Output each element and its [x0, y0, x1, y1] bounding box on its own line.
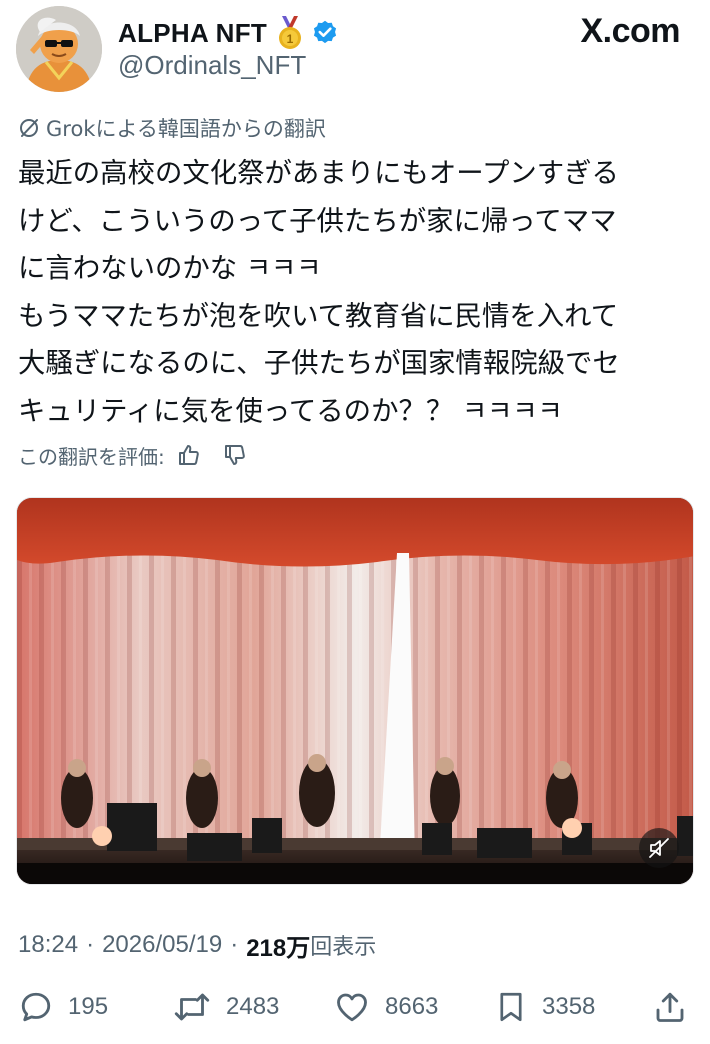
mute-button[interactable]	[639, 828, 679, 868]
gold-medal-icon: 1	[277, 16, 303, 50]
verified-badge-icon	[311, 19, 339, 47]
post-line: もうママたちが泡を吹いて教育省に民情を入れて	[18, 300, 619, 332]
reply-count: 195	[68, 993, 109, 1020]
action-bar: 195 2483 8663 3358	[0, 984, 710, 1030]
share-button[interactable]	[652, 984, 688, 1030]
meta-separator: ·	[86, 931, 95, 958]
bookmark-icon	[500, 992, 522, 1022]
post-line: キュリティに気を使ってるのか？？ ㅋㅋㅋㅋ	[18, 395, 563, 427]
repost-button[interactable]: 2483	[172, 984, 279, 1030]
video-frame-image	[17, 498, 693, 884]
like-button[interactable]: 8663	[333, 984, 438, 1030]
speaker-muted-icon	[649, 838, 669, 858]
translation-note: Grokによる韓国語からの翻訳	[18, 112, 326, 144]
repost-icon	[174, 993, 210, 1021]
avatar[interactable]	[16, 6, 102, 92]
post-line: に言わないのかな ㅋㅋㅋ	[18, 253, 322, 284]
svg-text:1: 1	[287, 32, 294, 46]
meta-separator: ·	[230, 931, 239, 958]
heart-icon	[337, 993, 367, 1022]
author-name-row[interactable]: ALPHA NFT 1	[118, 16, 339, 50]
post-line: けど、こういうのって子供たちが家に帰ってママ	[18, 205, 617, 237]
share-icon	[656, 992, 684, 1022]
reply-button[interactable]: 195	[18, 984, 108, 1030]
post-line: 大騒ぎになるのに、子供たちが国家情報院級でセ	[18, 348, 620, 379]
author-display-name[interactable]: ALPHA NFT	[118, 18, 267, 49]
rate-translation-label: この翻訳を評価:	[18, 444, 165, 469]
post-date[interactable]: 2026/05/19	[102, 931, 222, 959]
rate-translation-row: この翻訳を評価:	[18, 438, 247, 472]
post-line: 最近の高校の文化祭があまりにもオープンすぎる	[18, 158, 619, 189]
site-logo: X.com	[580, 12, 680, 50]
thumbs-up-icon[interactable]	[177, 443, 201, 467]
post-video[interactable]	[16, 497, 694, 885]
translation-note-text: Grokによる韓国語からの翻訳	[46, 117, 326, 141]
tweet-header: ALPHA NFT 1 @Ordinals_NFT X.com	[0, 0, 710, 100]
post-time[interactable]: 18:24	[18, 931, 78, 959]
author-handle[interactable]: @Ordinals_NFT	[118, 50, 306, 81]
reply-icon	[21, 992, 51, 1022]
post-text: 最近の高校の文化祭があまりにもオープンすぎる けど、こういうのって子供たちが家に…	[18, 150, 698, 435]
bookmark-button[interactable]: 3358	[494, 984, 595, 1030]
view-count-label: 回表示	[310, 935, 377, 960]
repost-count: 2483	[226, 993, 280, 1020]
post-meta: 18:24 · 2026/05/19 · 218万 回表示	[18, 928, 376, 962]
bookmark-count: 3358	[542, 993, 596, 1020]
grok-icon	[20, 119, 38, 137]
like-count: 8663	[385, 993, 439, 1020]
view-count: 218万	[246, 934, 311, 962]
thumbs-down-icon[interactable]	[223, 443, 247, 467]
